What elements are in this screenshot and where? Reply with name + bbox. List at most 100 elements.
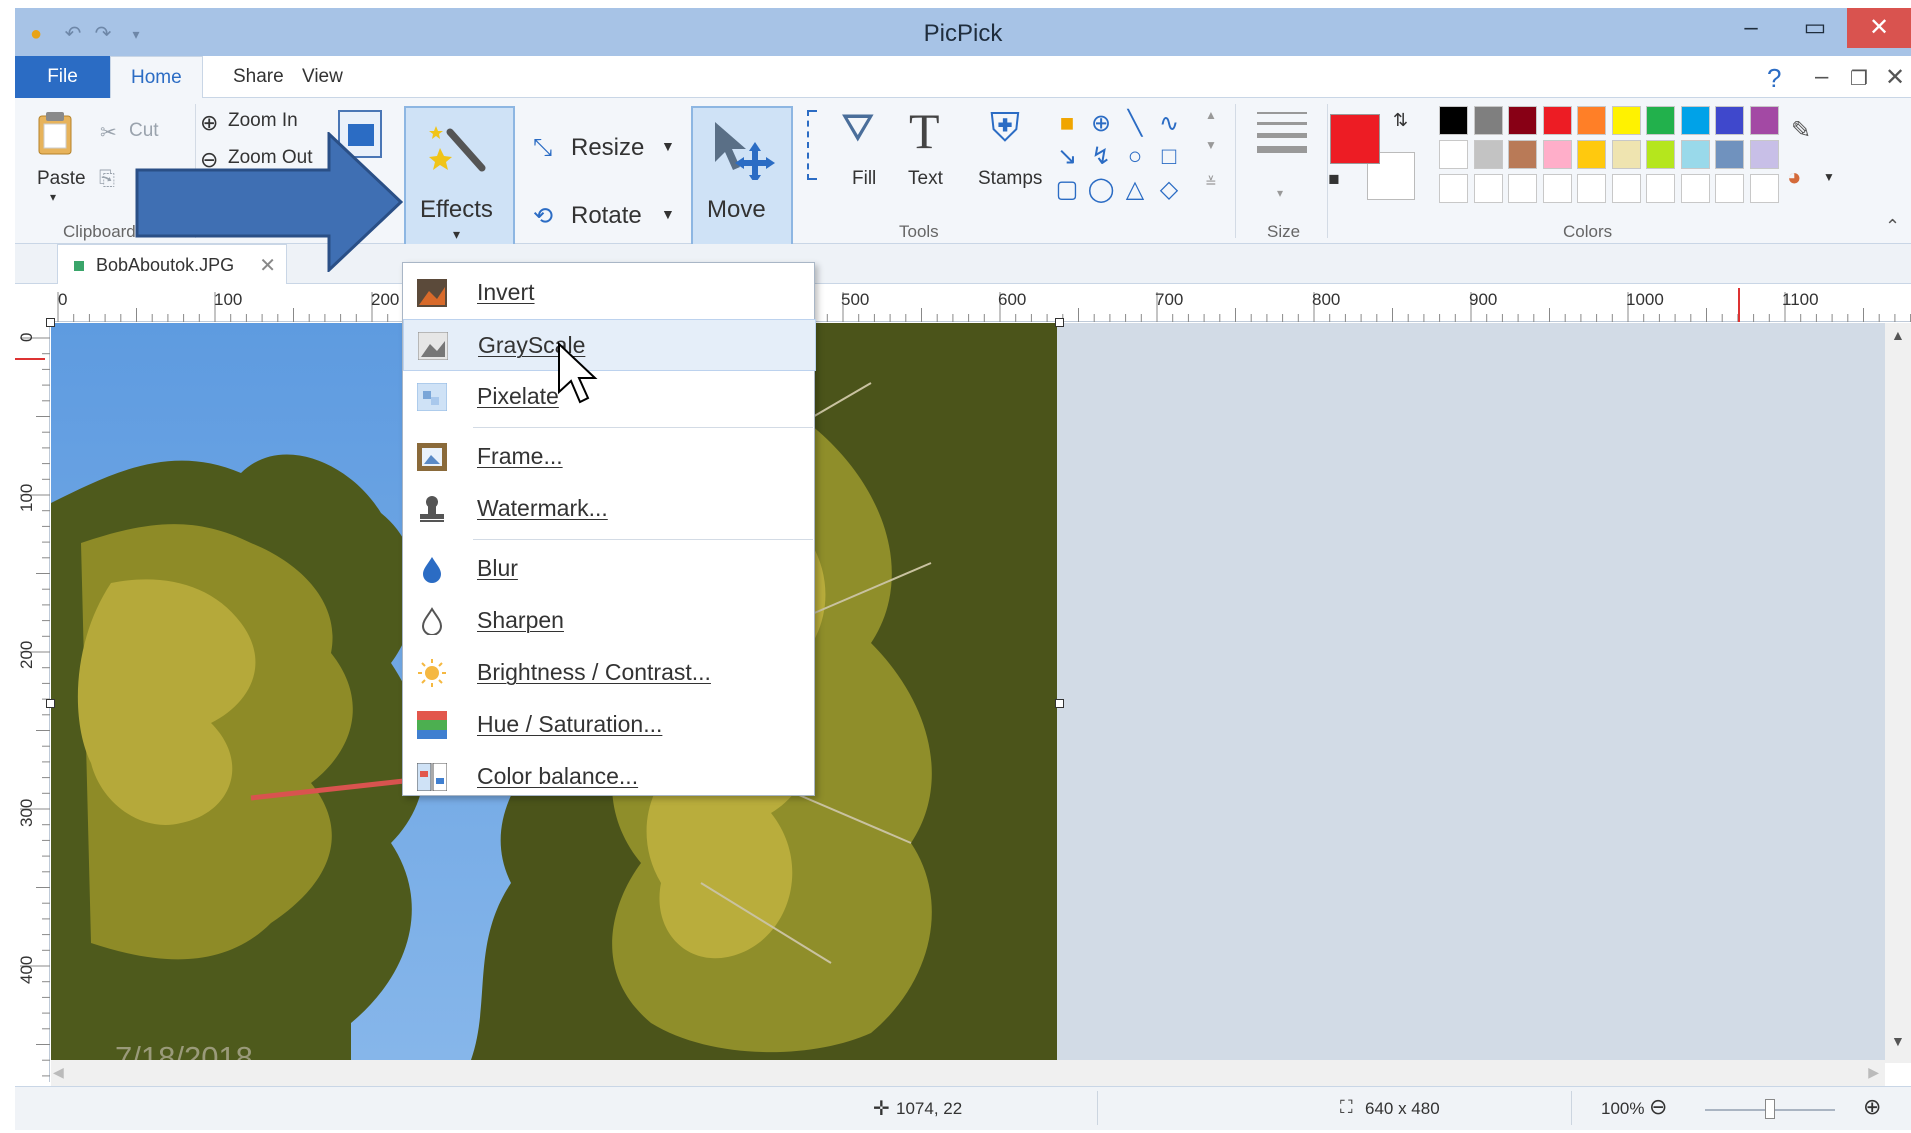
color-swatch[interactable]: [1680, 106, 1710, 135]
color-swatch[interactable]: [1542, 174, 1572, 203]
menu-item-color-balance[interactable]: Color balance...: [403, 751, 816, 803]
menu-item-hue-saturation[interactable]: Hue / Saturation...: [403, 699, 816, 751]
text-button[interactable]: Text: [908, 168, 943, 190]
color-swatch[interactable]: [1749, 174, 1779, 203]
resize-handle[interactable]: [1055, 318, 1064, 327]
scroll-left-icon[interactable]: ◀: [53, 1064, 64, 1081]
maximize-button[interactable]: ▭: [1783, 8, 1847, 48]
tab-view[interactable]: View: [282, 56, 363, 98]
color-swatch[interactable]: [1611, 174, 1641, 203]
color-swatch[interactable]: [1646, 106, 1675, 135]
line-icon[interactable]: ╲: [1121, 110, 1149, 138]
curve-icon[interactable]: ∿: [1155, 110, 1183, 138]
color-swatch[interactable]: [1508, 140, 1537, 169]
color-swatch[interactable]: [1542, 140, 1572, 169]
menu-item-brightness-contrast[interactable]: Brightness / Contrast...: [403, 647, 816, 699]
size-dropdown-icon[interactable]: ▾: [1277, 186, 1283, 200]
help-icon[interactable]: ?: [1767, 63, 1781, 94]
color-swatch[interactable]: [1577, 140, 1606, 169]
effects-button[interactable]: Effects ▾: [404, 106, 515, 261]
minimize-button[interactable]: –: [1719, 8, 1783, 48]
color-swatch[interactable]: [1473, 140, 1503, 169]
shapes-scroll-down-icon[interactable]: ▼: [1205, 138, 1217, 152]
zoom-in-button[interactable]: Zoom In: [228, 110, 298, 132]
color-swatch[interactable]: [1680, 140, 1710, 169]
zoom-out-icon[interactable]: ⊖: [1649, 1094, 1667, 1120]
rotate-dropdown-icon[interactable]: ▼: [661, 206, 675, 222]
ribbon-restore-icon[interactable]: ❐: [1850, 66, 1868, 91]
arrow-line-icon[interactable]: ↘: [1053, 143, 1081, 171]
color-swatch[interactable]: [1508, 106, 1537, 135]
bent-arrow-icon[interactable]: ↯: [1087, 143, 1115, 171]
scroll-down-icon[interactable]: ▼: [1891, 1033, 1905, 1049]
shapes-scroll-up-icon[interactable]: ▲: [1205, 108, 1217, 122]
paste-icon[interactable]: [35, 110, 75, 156]
resize-dropdown-icon[interactable]: ▼: [661, 138, 675, 154]
horizontal-scrollbar[interactable]: ◀ ▶: [51, 1060, 1885, 1086]
color-swatch[interactable]: [1473, 106, 1503, 135]
resize-handle[interactable]: [46, 318, 55, 327]
vertical-scrollbar[interactable]: ▲ ▼: [1885, 323, 1911, 1063]
more-colors-dropdown-icon[interactable]: ▼: [1823, 170, 1835, 184]
tab-home[interactable]: Home: [110, 56, 203, 99]
scroll-up-icon[interactable]: ▲: [1891, 327, 1905, 343]
rectangle-select-icon[interactable]: ■: [1053, 110, 1081, 138]
menu-item-invert[interactable]: Invert: [403, 267, 816, 319]
menu-item-grayscale[interactable]: GrayScale: [403, 319, 816, 371]
color-wheel-icon[interactable]: ◕: [1787, 164, 1802, 192]
color-swatch[interactable]: [1646, 174, 1675, 203]
color-swatch[interactable]: [1680, 174, 1710, 203]
color-swatch[interactable]: [1715, 140, 1744, 169]
scroll-right-icon[interactable]: ▶: [1868, 1064, 1879, 1081]
paste-button[interactable]: Paste: [37, 168, 86, 190]
color-swatch[interactable]: [1508, 174, 1537, 203]
copy-icon[interactable]: ⎘: [99, 168, 115, 191]
color-swatch[interactable]: [1749, 140, 1779, 169]
fill-button[interactable]: Fill: [852, 168, 876, 190]
primary-color[interactable]: [1330, 114, 1380, 164]
rect-shape-icon[interactable]: □: [1155, 143, 1183, 171]
menu-item-frame[interactable]: Frame...: [403, 431, 816, 483]
crosshair-icon[interactable]: ⊕: [1087, 110, 1115, 138]
ribbon-minimize-icon[interactable]: –: [1815, 63, 1828, 91]
paste-dropdown-icon[interactable]: ▾: [50, 190, 56, 204]
swap-colors-icon[interactable]: ⇅: [1393, 110, 1408, 131]
zoom-in-icon[interactable]: ⊕: [1863, 1094, 1881, 1120]
color-swatch[interactable]: [1646, 140, 1675, 169]
color-swatch[interactable]: [1542, 106, 1572, 135]
default-colors-icon[interactable]: ◼: [1328, 170, 1340, 187]
collapse-ribbon-icon[interactable]: ⌃: [1885, 216, 1900, 237]
color-swatch[interactable]: [1439, 106, 1468, 135]
speech-bubble-icon[interactable]: ◯: [1087, 176, 1115, 204]
rounded-rect-icon[interactable]: ▢: [1053, 176, 1081, 204]
color-swatch[interactable]: [1611, 106, 1641, 135]
tab-file[interactable]: File: [15, 56, 110, 98]
color-swatch[interactable]: [1715, 106, 1744, 135]
move-button[interactable]: Move: [691, 106, 793, 261]
line-size-icon[interactable]: [1257, 112, 1307, 156]
color-swatch[interactable]: [1439, 174, 1468, 203]
zoom-slider-thumb[interactable]: [1765, 1099, 1775, 1119]
resize-handle[interactable]: [46, 699, 55, 708]
shapes-expand-icon[interactable]: ≚: [1205, 174, 1217, 191]
color-swatch[interactable]: [1577, 174, 1606, 203]
rotate-button[interactable]: Rotate: [571, 202, 642, 230]
color-swatch[interactable]: [1715, 174, 1744, 203]
color-swatch[interactable]: [1749, 106, 1779, 135]
color-swatch[interactable]: [1439, 140, 1468, 169]
color-swatch[interactable]: [1577, 106, 1606, 135]
eyedropper-icon[interactable]: ✎: [1791, 116, 1811, 145]
resize-handle[interactable]: [1055, 699, 1064, 708]
ellipse-icon[interactable]: ○: [1121, 143, 1149, 171]
color-swatch[interactable]: [1611, 140, 1641, 169]
stamps-button[interactable]: Stamps: [978, 168, 1042, 190]
triangle-icon[interactable]: △: [1121, 176, 1149, 204]
menu-item-sharpen[interactable]: Sharpen: [403, 595, 816, 647]
color-swatch[interactable]: [1473, 174, 1503, 203]
ribbon-close-icon[interactable]: ✕: [1885, 63, 1905, 92]
menu-item-watermark[interactable]: Watermark...: [403, 483, 816, 535]
close-button[interactable]: ✕: [1847, 8, 1911, 48]
select-icon[interactable]: [807, 110, 817, 180]
diamond-icon[interactable]: ◇: [1155, 176, 1183, 204]
menu-item-pixelate[interactable]: Pixelate: [403, 371, 816, 423]
